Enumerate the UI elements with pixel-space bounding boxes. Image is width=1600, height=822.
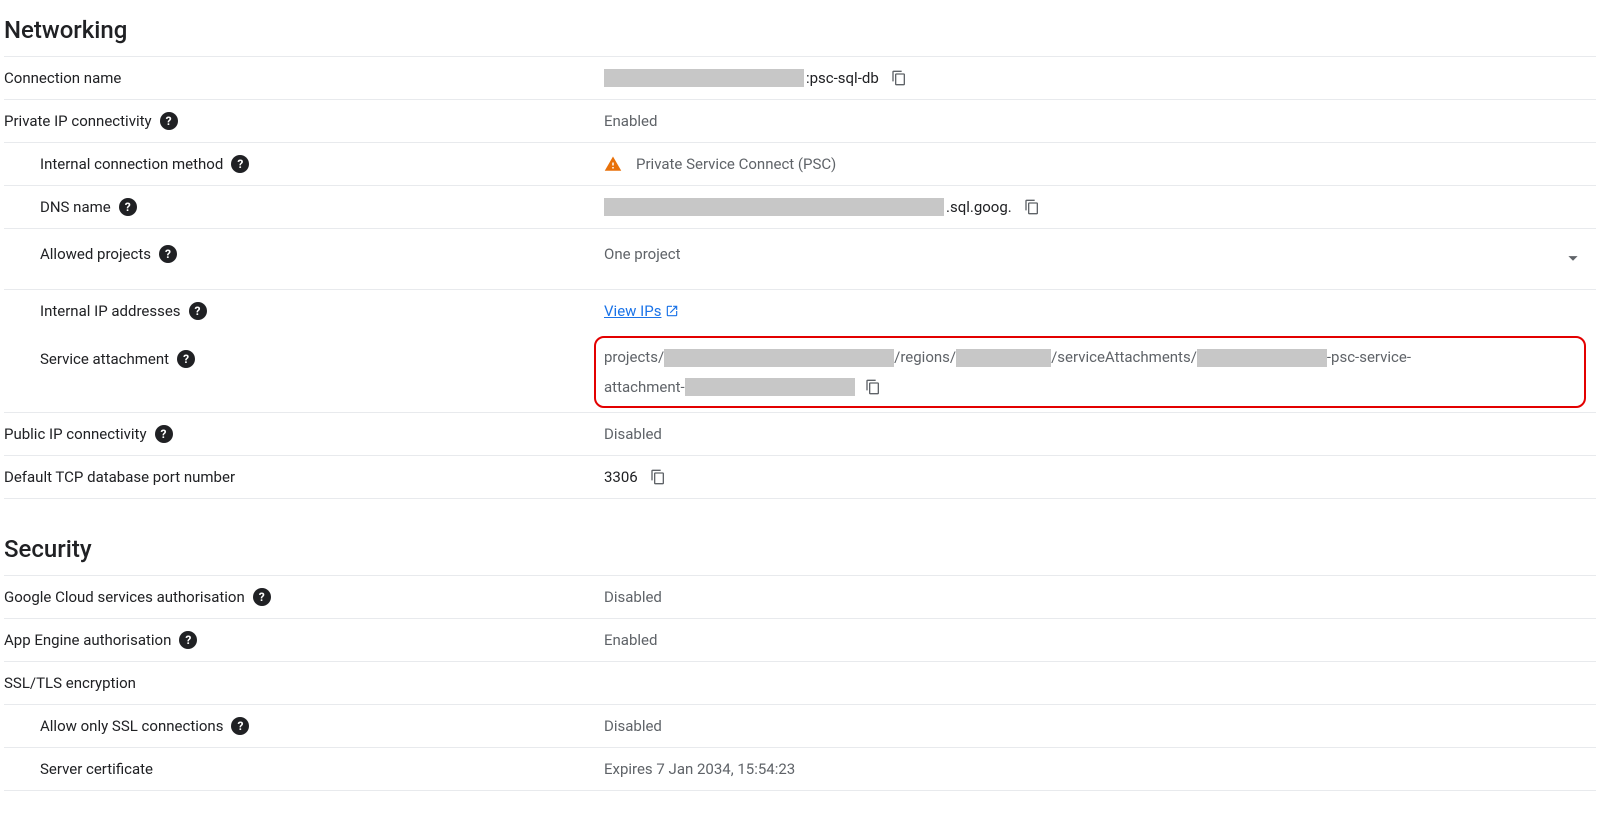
allow-only-ssl-label: Allow only SSL connections xyxy=(40,715,223,737)
allowed-projects-row: Allowed projects ? One project xyxy=(4,228,1596,289)
private-ip-label: Private IP connectivity xyxy=(4,110,152,132)
connection-name-label: Connection name xyxy=(4,67,121,89)
redacted-sa-project xyxy=(664,349,894,367)
connection-name-value: :psc-sql-db xyxy=(806,67,879,89)
internal-ips-label: Internal IP addresses xyxy=(40,300,181,322)
app-engine-auth-value: Enabled xyxy=(604,629,657,651)
service-attachment-label: Service attachment xyxy=(40,348,169,370)
allowed-projects-label: Allowed projects xyxy=(40,243,151,265)
help-icon[interactable]: ? xyxy=(159,245,177,263)
redacted-dns-prefix xyxy=(604,198,944,216)
help-icon[interactable]: ? xyxy=(160,112,178,130)
dns-name-row: DNS name ? .sql.goog. xyxy=(4,185,1596,228)
copy-icon[interactable] xyxy=(1022,197,1042,217)
help-icon[interactable]: ? xyxy=(179,631,197,649)
help-icon[interactable]: ? xyxy=(119,198,137,216)
connection-name-row: Connection name :psc-sql-db xyxy=(4,56,1596,99)
private-ip-row: Private IP connectivity ? Enabled xyxy=(4,99,1596,142)
internal-method-label: Internal connection method xyxy=(40,153,223,175)
default-port-row: Default TCP database port number 3306 xyxy=(4,455,1596,499)
internal-method-value: Private Service Connect (PSC) xyxy=(636,153,836,175)
sa-part2: /regions/ xyxy=(894,348,956,366)
redacted-sa-name xyxy=(1197,349,1327,367)
help-icon[interactable]: ? xyxy=(253,588,271,606)
private-ip-value: Enabled xyxy=(604,110,657,132)
internal-ips-row: Internal IP addresses ? View IPs xyxy=(4,289,1596,332)
server-cert-row: Server certificate Expires 7 Jan 2034, 1… xyxy=(4,747,1596,791)
gcs-auth-row: Google Cloud services authorisation ? Di… xyxy=(4,575,1596,618)
allowed-projects-value: One project xyxy=(604,243,681,265)
gcs-auth-value: Disabled xyxy=(604,586,662,608)
help-icon[interactable]: ? xyxy=(177,350,195,368)
default-port-value: 3306 xyxy=(604,466,638,488)
server-cert-value: Expires 7 Jan 2034, 15:54:23 xyxy=(604,758,795,780)
sa-part3: /serviceAttachments/ xyxy=(1051,348,1197,366)
app-engine-auth-row: App Engine authorisation ? Enabled xyxy=(4,618,1596,661)
copy-icon[interactable] xyxy=(863,377,883,397)
view-ips-link-text: View IPs xyxy=(604,300,661,322)
help-icon[interactable]: ? xyxy=(155,425,173,443)
server-cert-label: Server certificate xyxy=(40,758,153,780)
dns-name-label: DNS name xyxy=(40,196,111,218)
sa-part1: projects/ xyxy=(604,348,664,366)
security-heading: Security xyxy=(4,535,1596,563)
help-icon[interactable]: ? xyxy=(231,717,249,735)
sa-part4: -psc-service- xyxy=(1327,348,1411,366)
service-attachment-highlight: projects/ /regions/ /serviceAttachments/ -p… xyxy=(594,336,1586,408)
sa-line2-prefix: attachment- xyxy=(604,372,685,402)
gcs-auth-label: Google Cloud services authorisation xyxy=(4,586,245,608)
help-icon[interactable]: ? xyxy=(189,302,207,320)
networking-heading: Networking xyxy=(4,16,1596,44)
allow-only-ssl-value: Disabled xyxy=(604,715,662,737)
warning-icon xyxy=(604,155,622,173)
help-icon[interactable]: ? xyxy=(231,155,249,173)
copy-icon[interactable] xyxy=(889,68,909,88)
redacted-sa-suffix xyxy=(685,378,855,396)
view-ips-link[interactable]: View IPs xyxy=(604,300,679,322)
ssl-tls-label: SSL/TLS encryption xyxy=(4,672,136,694)
default-port-label: Default TCP database port number xyxy=(4,466,235,488)
internal-method-row: Internal connection method ? Private Ser… xyxy=(4,142,1596,185)
app-engine-auth-label: App Engine authorisation xyxy=(4,629,171,651)
copy-icon[interactable] xyxy=(648,467,668,487)
ssl-tls-row: SSL/TLS encryption xyxy=(4,661,1596,704)
dns-name-value: .sql.goog. xyxy=(946,196,1012,218)
redacted-sa-region xyxy=(956,349,1051,367)
public-ip-value: Disabled xyxy=(604,423,662,445)
chevron-down-icon[interactable] xyxy=(1562,247,1584,275)
redacted-project-id xyxy=(604,69,804,87)
public-ip-label: Public IP connectivity xyxy=(4,423,147,445)
public-ip-row: Public IP connectivity ? Disabled xyxy=(4,412,1596,455)
allow-only-ssl-row: Allow only SSL connections ? Disabled xyxy=(4,704,1596,747)
service-attachment-row: Service attachment ? projects/ /regions/ /… xyxy=(4,332,1596,412)
